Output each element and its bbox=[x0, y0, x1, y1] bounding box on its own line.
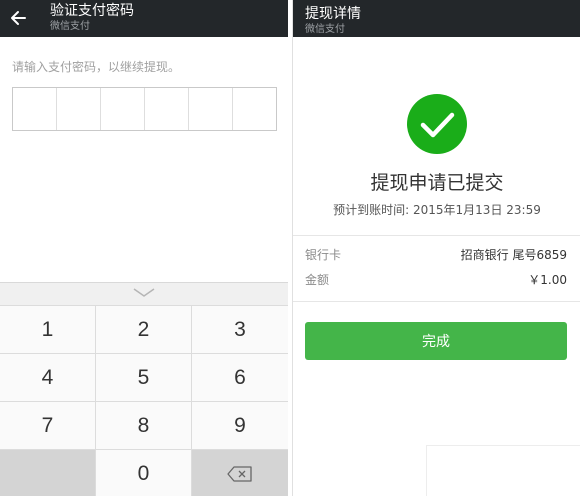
success-check-icon bbox=[407, 94, 467, 154]
status-headline: 提现申请已提交 bbox=[370, 172, 504, 194]
password-digit-cell bbox=[145, 88, 189, 130]
backspace-icon bbox=[227, 465, 252, 482]
password-digit-cell bbox=[13, 88, 57, 130]
amount-label: 金额 bbox=[305, 273, 330, 287]
key-3[interactable]: 3 bbox=[192, 305, 288, 353]
key-6[interactable]: 6 bbox=[192, 353, 288, 401]
password-input[interactable] bbox=[12, 87, 277, 131]
back-arrow-icon[interactable] bbox=[6, 5, 32, 31]
verify-password-screen: 验证支付密码 微信支付 请输入支付密码，以继续提现。 1 2 3 4 5 6 7… bbox=[0, 0, 288, 496]
divider bbox=[293, 235, 580, 236]
key-1[interactable]: 1 bbox=[0, 305, 96, 353]
delete-key[interactable] bbox=[192, 449, 288, 496]
password-digit-cell bbox=[233, 88, 276, 130]
password-digit-cell bbox=[101, 88, 145, 130]
key-2[interactable]: 2 bbox=[96, 305, 192, 353]
page-title: 验证支付密码 bbox=[50, 3, 134, 19]
page-subtitle: 微信支付 bbox=[50, 21, 90, 32]
amount-value: ￥1.00 bbox=[528, 273, 567, 287]
chevron-down-icon bbox=[133, 288, 155, 297]
key-9[interactable]: 9 bbox=[192, 401, 288, 449]
arrival-time: 预计到账时间: 2015年1月13日 23:59 bbox=[333, 203, 541, 217]
detail-top-bar: 提现详情 微信支付 bbox=[293, 0, 580, 37]
numeric-keypad: 1 2 3 4 5 6 7 8 9 0 bbox=[0, 282, 288, 496]
key-5[interactable]: 5 bbox=[96, 353, 192, 401]
verify-top-bar: 验证支付密码 微信支付 bbox=[0, 0, 288, 37]
page-title: 提现详情 bbox=[305, 6, 361, 22]
bank-card-label: 银行卡 bbox=[305, 248, 342, 262]
bank-card-row: 银行卡 招商银行 尾号6859 bbox=[305, 246, 567, 266]
password-digit-cell bbox=[189, 88, 233, 130]
key-0[interactable]: 0 bbox=[96, 449, 192, 496]
key-8[interactable]: 8 bbox=[96, 401, 192, 449]
key-4[interactable]: 4 bbox=[0, 353, 96, 401]
divider bbox=[293, 301, 580, 302]
key-7[interactable]: 7 bbox=[0, 401, 96, 449]
page-subtitle: 微信支付 bbox=[305, 24, 345, 35]
withdraw-detail-screen: 提现详情 微信支付 提现申请已提交 预计到账时间: 2015年1月13日 23:… bbox=[292, 0, 580, 496]
done-button[interactable]: 完成 bbox=[305, 322, 567, 360]
key-blank bbox=[0, 449, 96, 496]
bank-card-value: 招商银行 尾号6859 bbox=[460, 248, 567, 262]
overlay-card bbox=[426, 445, 580, 496]
password-prompt: 请输入支付密码，以继续提现。 bbox=[12, 60, 181, 74]
keypad-collapse-button[interactable] bbox=[0, 283, 288, 305]
amount-row: 金额 ￥1.00 bbox=[305, 271, 567, 291]
password-digit-cell bbox=[57, 88, 101, 130]
